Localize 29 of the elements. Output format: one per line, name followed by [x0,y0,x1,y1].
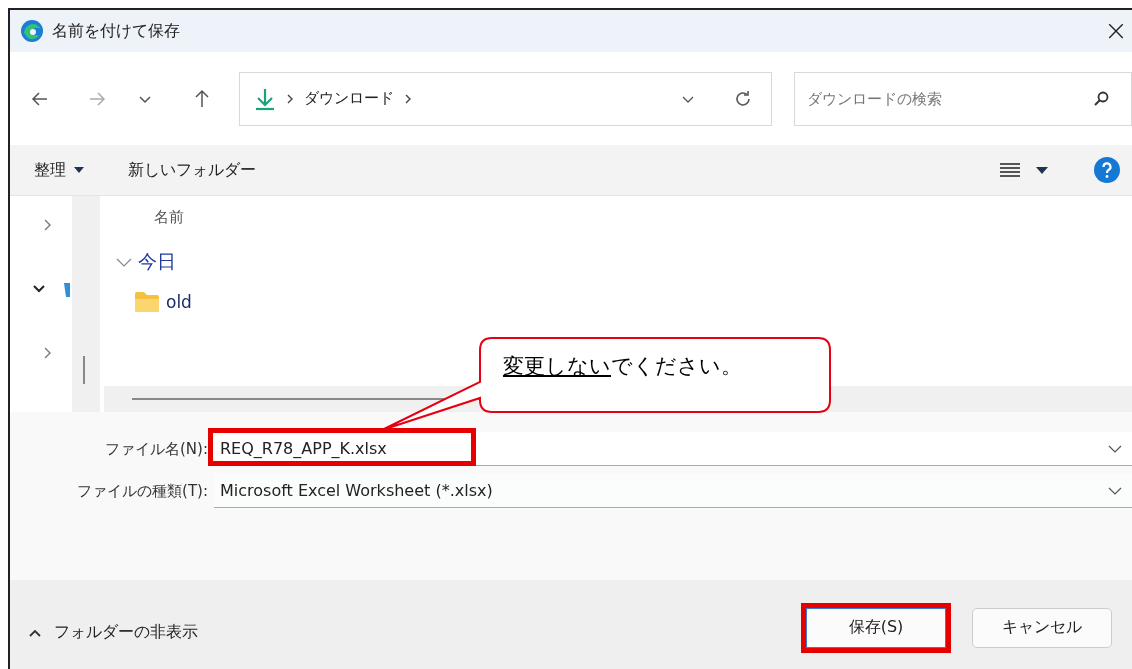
caret-icon [74,167,84,173]
chevron-right-icon [285,92,294,105]
window-title: 名前を付けて保存 [52,20,180,42]
field-label: ファイルの種類(T): [76,481,209,501]
file-name[interactable]: old [166,292,192,312]
hide-folders-button[interactable]: フォルダーの非表示 [28,622,198,643]
close-button[interactable]: × [1100,15,1132,47]
view-list-icon[interactable] [1000,162,1020,178]
download-icon [253,86,276,111]
organize-button[interactable]: 整理 [34,159,84,181]
app-logo-icon [20,19,44,43]
chevron-down-icon[interactable] [1108,485,1122,496]
chevron-down-icon[interactable] [1108,443,1122,454]
field-label: ファイル名(N): [104,439,209,459]
search-field[interactable]: ダウンロードの検索 [794,71,1132,126]
caret-icon[interactable] [1036,166,1048,174]
help-icon[interactable] [1094,157,1120,183]
search-icon [1092,89,1110,108]
column-header[interactable]: 名前 [154,208,184,227]
scrollbar-thumb[interactable] [83,356,85,384]
chevron-up-icon [28,627,42,638]
group-label: 今日 [138,249,176,274]
breadcrumb[interactable]: ダウンロード [303,89,394,108]
folder-icon [134,291,160,313]
cancel-button[interactable]: キャンセル [972,607,1112,648]
callout-text: 変更しないでください。 [503,353,742,380]
address-bar[interactable]: ダウンロード [238,71,773,126]
chevron-right-icon [403,92,412,105]
new-folder-button[interactable]: 新しいフォルダー [128,159,256,181]
